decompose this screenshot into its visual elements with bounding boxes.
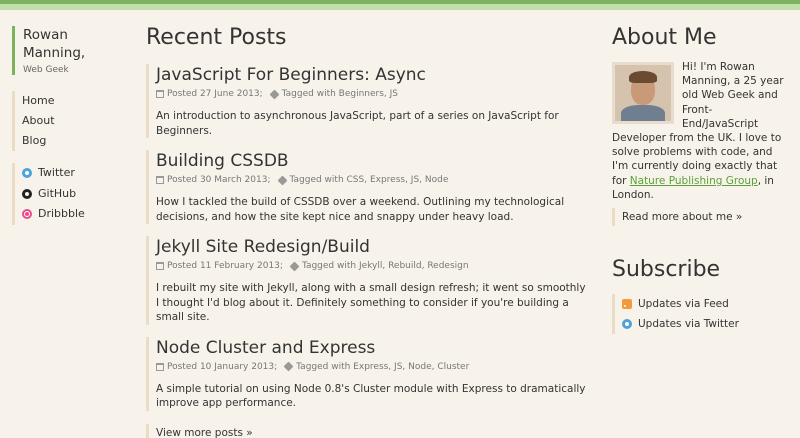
post-meta: Posted 11 February 2013; Tagged with Jek… bbox=[156, 259, 586, 273]
twitter-icon bbox=[622, 319, 632, 330]
right-sidebar: About Me Hi! I'm Rowan Manning, a 25 yea… bbox=[612, 24, 784, 335]
main-content: Recent Posts JavaScript For Beginners: A… bbox=[146, 24, 586, 438]
calendar-icon bbox=[156, 90, 164, 98]
post-title-link[interactable]: JavaScript For Beginners: Async bbox=[156, 64, 586, 86]
github-icon bbox=[22, 188, 32, 199]
recent-posts-heading: Recent Posts bbox=[146, 25, 287, 50]
post-date: Posted 11 February 2013; bbox=[167, 261, 283, 271]
read-more-about-link[interactable]: Read more about me » bbox=[612, 208, 784, 227]
site-tagline: Web Geek bbox=[23, 65, 69, 75]
employer-link[interactable]: Nature Publishing Group bbox=[630, 175, 758, 187]
dribbble-icon bbox=[22, 209, 32, 220]
site-brand[interactable]: Rowan Manning, Web Geek bbox=[12, 26, 122, 75]
avatar-hair bbox=[629, 71, 657, 83]
post-tags[interactable]: Tagged with CSS, Express, JS, Node bbox=[290, 173, 449, 187]
rss-icon bbox=[622, 299, 632, 310]
view-more-posts-link[interactable]: View more posts » bbox=[146, 423, 586, 438]
post-date: Posted 27 June 2013; bbox=[167, 89, 263, 99]
post-list: JavaScript For Beginners: Async Posted 2… bbox=[146, 64, 586, 411]
post-excerpt: I rebuilt my site with Jekyll, along wit… bbox=[156, 282, 586, 323]
tag-icon bbox=[283, 361, 294, 372]
social-link-github[interactable]: GitHub bbox=[22, 184, 122, 205]
nav-item-home[interactable]: Home bbox=[22, 91, 122, 111]
main-nav: Home About Blog bbox=[12, 91, 122, 151]
tag-icon bbox=[277, 175, 287, 185]
calendar-icon bbox=[156, 176, 164, 184]
post-excerpt: A simple tutorial on using Node 0.8's Cl… bbox=[156, 382, 586, 410]
social-links: Twitter GitHub Dribbble bbox=[12, 163, 122, 225]
post-item: Jekyll Site Redesign/Build Posted 11 Feb… bbox=[146, 236, 586, 325]
subscribe-twitter-link[interactable]: Updates via Twitter bbox=[622, 314, 784, 334]
post-tags[interactable]: Tagged with Express, JS, Node, Cluster bbox=[296, 360, 469, 374]
post-item: JavaScript For Beginners: Async Posted 2… bbox=[146, 64, 586, 138]
top-accent-bar-light bbox=[0, 4, 800, 10]
post-excerpt: How I tackled the build of CSSDB over a … bbox=[156, 196, 565, 223]
post-meta: Posted 30 March 2013; Tagged with CSS, E… bbox=[156, 173, 586, 187]
social-link-label: Dribbble bbox=[38, 207, 85, 220]
calendar-icon bbox=[156, 362, 164, 371]
social-link-twitter[interactable]: Twitter bbox=[22, 163, 122, 184]
twitter-icon bbox=[22, 168, 32, 179]
top-accent-bar bbox=[0, 0, 800, 10]
post-title-link[interactable]: Building CSSDB bbox=[156, 150, 586, 172]
social-link-label: GitHub bbox=[38, 186, 77, 200]
tag-icon bbox=[269, 89, 280, 99]
post-item: Building CSSDB Posted 30 March 2013; Tag… bbox=[146, 150, 586, 224]
social-link-dribbble[interactable]: Dribbble bbox=[22, 204, 122, 225]
about-heading: About Me bbox=[612, 25, 717, 50]
nav-item-about[interactable]: About bbox=[22, 111, 122, 131]
post-tags[interactable]: Tagged with Jekyll, Rebuild, Redesign bbox=[302, 259, 469, 273]
left-sidebar: Rowan Manning, Web Geek Home About Blog … bbox=[12, 26, 122, 225]
site-name[interactable]: Rowan Manning, bbox=[23, 26, 122, 62]
calendar-icon bbox=[156, 262, 164, 270]
avatar bbox=[612, 62, 674, 124]
post-excerpt: An introduction to asynchronous JavaScri… bbox=[156, 110, 559, 137]
post-meta: Posted 10 January 2013; Tagged with Expr… bbox=[156, 360, 586, 374]
subscribe-label: Updates via Feed bbox=[638, 298, 729, 311]
post-meta: Posted 27 June 2013; Tagged with Beginne… bbox=[156, 87, 586, 101]
tag-icon bbox=[289, 261, 300, 271]
post-title-link[interactable]: Node Cluster and Express bbox=[156, 337, 586, 359]
social-link-label: Twitter bbox=[38, 166, 75, 179]
post-item: Node Cluster and Express Posted 10 Janua… bbox=[146, 336, 586, 411]
subscribe-feed-link[interactable]: Updates via Feed bbox=[622, 294, 784, 314]
post-date: Posted 10 January 2013; bbox=[167, 361, 278, 372]
about-text: Hi! I'm Rowan Manning, a 25 year old Web… bbox=[612, 60, 784, 202]
nav-item-blog[interactable]: Blog bbox=[22, 131, 122, 151]
post-title-link[interactable]: Jekyll Site Redesign/Build bbox=[156, 236, 586, 258]
post-date: Posted 30 March 2013; bbox=[167, 175, 271, 185]
avatar-body bbox=[621, 105, 665, 121]
subscribe-label: Updates via Twitter bbox=[638, 318, 739, 331]
subscribe-list: Updates via Feed Updates via Twitter bbox=[612, 294, 784, 335]
subscribe-heading: Subscribe bbox=[612, 257, 721, 283]
post-tags[interactable]: Tagged with Beginners, JS bbox=[282, 87, 398, 101]
